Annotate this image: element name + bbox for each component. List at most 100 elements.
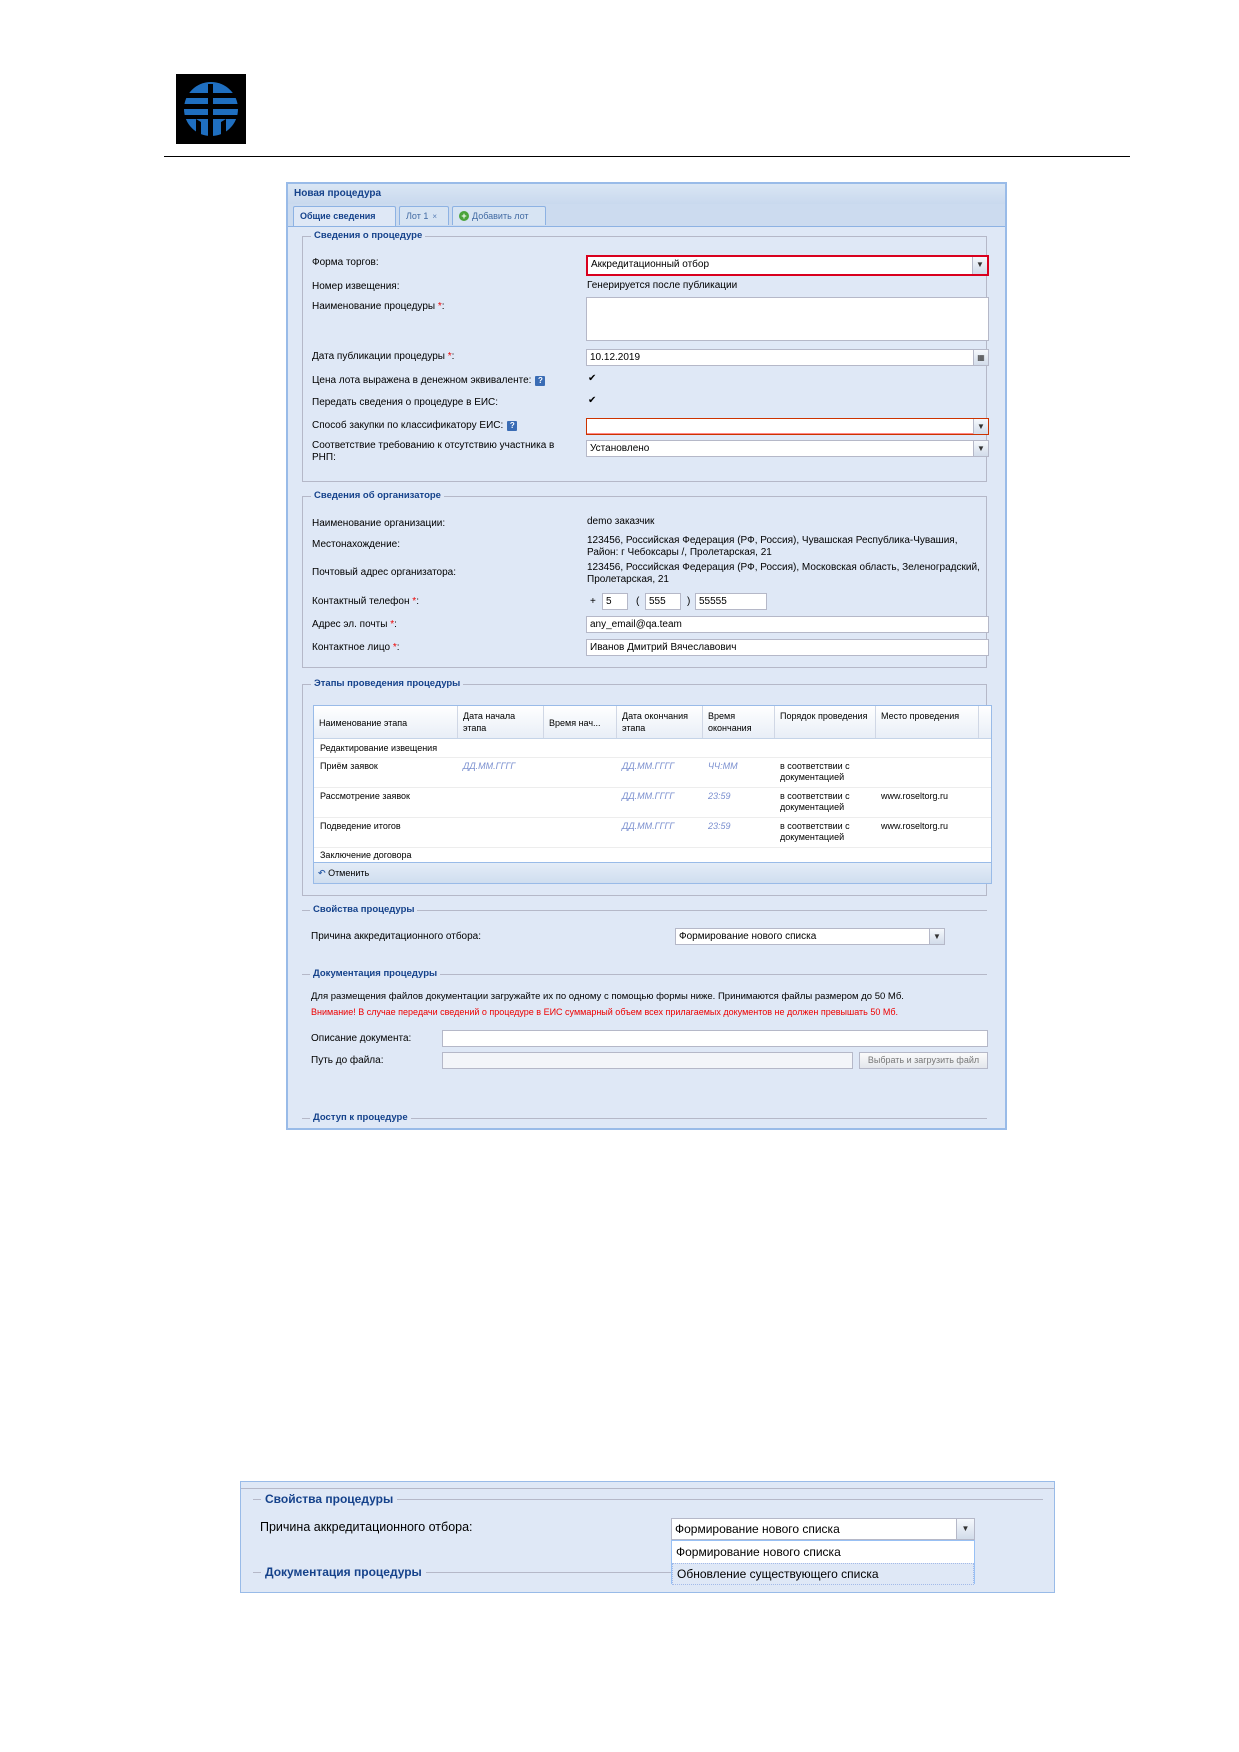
trade-form-select[interactable]: Аккредитационный отбор ▼ [586,255,989,276]
table-row[interactable]: Подведение итогов ДД.ММ.ГГГГ 23:59 в соо… [314,817,991,848]
procedure-name-textarea[interactable] [586,297,989,341]
access-legend: Доступ к процедуре [310,1112,411,1123]
reason-option-new[interactable]: Формирование нового списка [672,1542,974,1562]
top-divider [241,1488,1054,1489]
chevron-down-icon[interactable]: ▼ [973,419,988,434]
end-date-cell[interactable]: ДД.ММ.ГГГГ [622,791,674,802]
phone-label: Контактный телефон *: [312,596,419,607]
stage-name-cell: Рассмотрение заявок [320,791,410,801]
col-place[interactable]: Место проведения [876,706,979,738]
access-section: Доступ к процедуре [302,1112,987,1128]
col-order[interactable]: Порядок проведения [775,706,876,738]
phone-close-paren: ) [687,596,691,607]
end-date-cell[interactable]: ДД.ММ.ГГГГ [622,761,674,772]
documentation-info: Для размещения файлов документации загру… [311,991,904,1002]
contact-label: Контактное лицо *: [312,642,400,653]
email-field[interactable]: any_email@qa.team [586,616,989,633]
stages-grid-toolbar: ↶ Отменить [314,862,991,883]
table-row[interactable]: Заключение договора [314,847,991,863]
col-end-time[interactable]: Время окончания [703,706,775,738]
documentation-warning: Внимание! В случае передачи сведений о п… [311,1007,898,1017]
email-label: Адрес эл. почты *: [312,619,397,630]
close-icon[interactable]: × [432,212,437,221]
trade-form-label: Форма торгов: [312,257,379,268]
tab-lot-1[interactable]: Лот 1 × [399,206,449,225]
col-start-date[interactable]: Дата начала этапа [458,706,544,738]
tab-add-lot[interactable]: + Добавить лот [452,206,546,225]
tab-bar: Общие сведения Лот 1 × + Добавить лот [288,204,1005,227]
documentation-legend: Документация процедуры [310,968,441,979]
stage-name-cell: Приём заявок [320,761,378,771]
table-row[interactable]: Рассмотрение заявок ДД.ММ.ГГГГ 23:59 в с… [314,787,991,818]
tab-general-info[interactable]: Общие сведения [293,206,396,226]
col-end-date[interactable]: Дата окончания этапа [617,706,703,738]
phone-open-paren: ( [636,596,640,607]
table-row[interactable]: Редактирование извещения [314,739,991,758]
send-to-eis-checkbox[interactable]: ✔ [588,395,596,406]
trade-form-value: Аккредитационный отбор [591,259,710,270]
chevron-down-icon[interactable]: ▼ [972,257,987,274]
add-icon: + [459,211,469,221]
chevron-down-icon[interactable]: ▼ [956,1519,974,1539]
place-cell: www.roseltorg.ru [881,791,949,801]
reason-options-list: Формирование нового списка Обновление су… [671,1540,975,1585]
doc-description-label: Описание документа: [311,1033,412,1044]
calendar-icon[interactable]: ▦ [973,350,988,365]
postal-address-value: 123456, Российская Федерация (РФ, Россия… [587,562,980,585]
contact-field[interactable]: Иванов Дмитрий Вячеславович [586,639,989,656]
reason-label: Причина аккредитационного отбора: [311,931,482,942]
zoom-reason-select[interactable]: Формирование нового списка ▼ [671,1518,975,1540]
end-time-cell[interactable]: 23:59 [708,791,731,802]
procedure-info-section: Сведения о процедуре Форма торгов: Аккре… [302,230,989,482]
col-stage-name[interactable]: Наименование этапа [314,706,458,738]
documentation-section: Документация процедуры Для размещения фа… [302,968,988,1104]
lot-price-label: Цена лота выражена в денежном эквивалент… [312,375,546,386]
phone-code-input[interactable]: 555 [645,593,681,610]
rnp-compliance-label: Соответствие требованию к отсутствию уча… [312,440,555,463]
phone-number-input[interactable]: 55555 [695,593,767,610]
stages-grid: Наименование этапа Дата начала этапа Вре… [313,705,992,884]
chevron-down-icon[interactable]: ▼ [929,929,944,944]
upload-file-button[interactable]: Выбрать и загрузить файл [859,1052,988,1069]
file-path-input[interactable] [442,1052,853,1069]
zoom-reason-label: Причина аккредитационного отбора: [260,1520,473,1534]
start-date-cell[interactable]: ДД.ММ.ГГГГ [463,761,515,772]
table-row[interactable]: Приём заявок ДД.ММ.ГГГГ ДД.ММ.ГГГГ ЧЧ:ММ… [314,757,991,788]
reason-option-update[interactable]: Обновление существующего списка [672,1563,974,1585]
cancel-button[interactable]: ↶ Отменить [318,863,369,883]
end-time-cell[interactable]: 23:59 [708,821,731,832]
send-to-eis-label: Передать сведения о процедуре в ЕИС: [312,397,499,408]
reason-value: Формирование нового списка [679,931,817,942]
chevron-down-icon[interactable]: ▼ [973,441,988,456]
window-title: Новая процедура [288,184,1005,205]
tab-lot-1-label: Лот 1 [406,211,429,221]
org-name-value: demo заказчик [587,516,655,527]
help-icon[interactable]: ? [507,421,518,431]
tab-general-info-label: Общие сведения [300,211,376,221]
order-cell: в соответствии с документацией [780,761,850,782]
postal-address-label: Почтовый адрес организатора: [312,567,457,578]
help-icon[interactable]: ? [535,376,546,386]
publication-date-value: 10.12.2019 [590,352,641,363]
purchase-method-select[interactable]: ▼ [586,418,989,435]
lot-price-checkbox[interactable]: ✔ [588,373,596,384]
phone-country-input[interactable]: 5 [602,593,628,610]
end-time-cell[interactable]: ЧЧ:ММ [708,761,738,772]
reason-select[interactable]: Формирование нового списка ▼ [675,928,945,945]
stage-name-cell: Редактирование извещения [320,743,438,753]
organizer-info-section: Сведения об организаторе Наименование ор… [302,490,989,668]
stages-legend: Этапы проведения процедуры [311,678,464,689]
undo-icon: ↶ [318,868,326,878]
header-divider [164,156,1130,157]
location-value: 123456, Российская Федерация (РФ, Россия… [587,535,958,558]
doc-description-input[interactable] [442,1030,988,1047]
col-start-time[interactable]: Время нач... [544,706,617,738]
end-date-cell[interactable]: ДД.ММ.ГГГГ [622,821,674,832]
order-cell: в соответствии с документацией [780,791,850,812]
zoom-reason-value: Формирование нового списка [675,1522,840,1536]
file-path-label: Путь до файла: [311,1055,384,1066]
publication-date-field[interactable]: 10.12.2019 ▦ [586,349,989,366]
rnp-compliance-select[interactable]: Установлено ▼ [586,440,989,457]
company-logo-icon [176,74,246,144]
procedure-info-legend: Сведения о процедуре [311,230,426,241]
